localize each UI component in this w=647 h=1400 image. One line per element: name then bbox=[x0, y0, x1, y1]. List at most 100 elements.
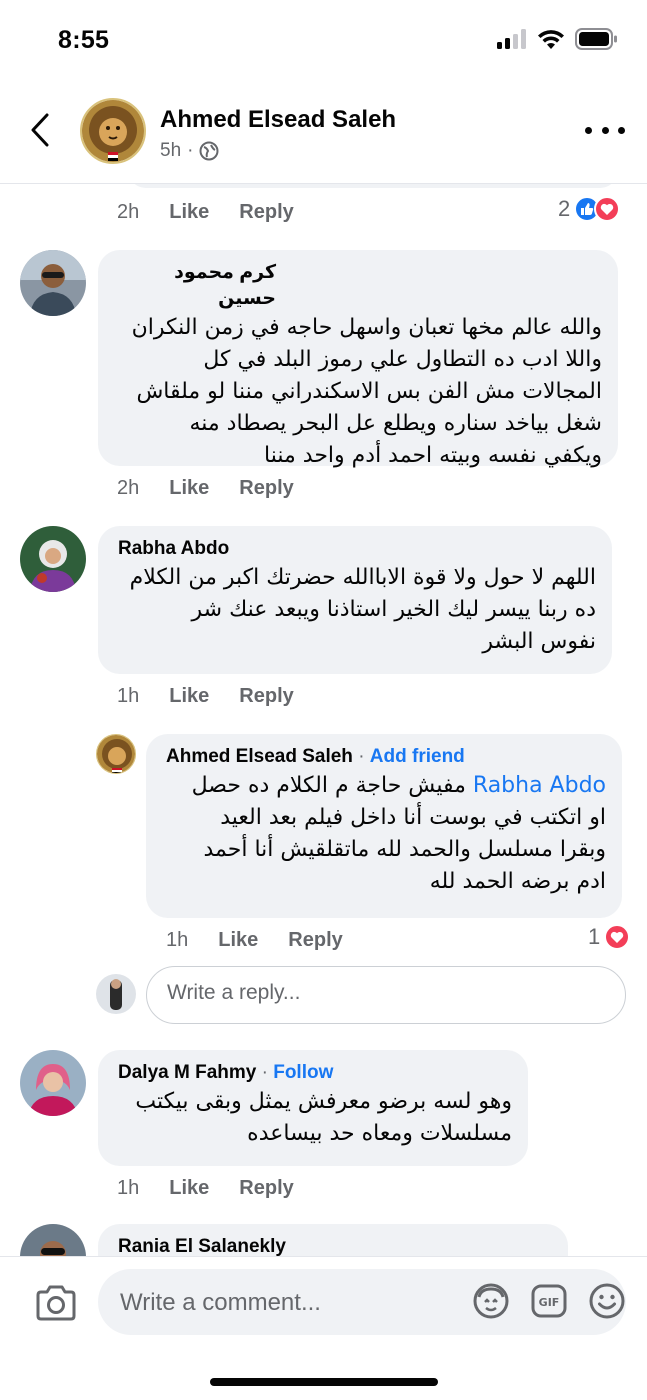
write-reply-input[interactable]: Write a reply... bbox=[146, 966, 626, 1024]
reply-text-segment: مفيش حاجة م الكلام ده حصل bbox=[191, 773, 466, 798]
svg-text:GIF: GIF bbox=[539, 1296, 560, 1309]
like-button[interactable]: Like bbox=[169, 477, 209, 500]
globe-icon bbox=[199, 141, 219, 161]
comment-author[interactable]: Dalya M Fahmy bbox=[118, 1062, 256, 1083]
gif-icon[interactable]: GIF bbox=[529, 1281, 569, 1321]
comment-author[interactable]: كرم محمود حسين bbox=[118, 260, 602, 312]
like-button[interactable]: Like bbox=[169, 1177, 209, 1200]
reply-text-line: Rabha Abdo مفيش حاجة م الكلام ده حصل bbox=[166, 770, 606, 802]
status-time: 8:55 bbox=[58, 26, 110, 54]
commenter-avatar[interactable] bbox=[20, 1050, 86, 1116]
reply-text-line: ادم برضه الحمد لله bbox=[429, 869, 606, 894]
meta-separator: · bbox=[187, 140, 194, 161]
reply-bubble[interactable]: Ahmed Elsead Saleh · Add friend Rabha Ab… bbox=[146, 734, 622, 918]
camera-icon bbox=[36, 1285, 76, 1321]
reply-text-line: وبقرا مسلسل والحمد لله ماتقلقيش أنا أحمد bbox=[203, 837, 606, 862]
home-indicator[interactable] bbox=[210, 1378, 438, 1386]
reply-text-line: او اتكتب في بوست أنا داخل فيلم بعد العيد bbox=[220, 805, 606, 830]
reply-button[interactable]: Reply bbox=[239, 685, 293, 708]
reply-actions: 1h Like Reply bbox=[166, 929, 373, 952]
previous-comment-bubble bbox=[128, 184, 618, 188]
commenter-avatar[interactable] bbox=[20, 526, 86, 592]
comments-list: 2h Like Reply 2 كرم محمود حسين والله عال… bbox=[0, 184, 647, 1256]
comment-bubble[interactable]: Rabha Abdo اللهم لا حول ولا قوة الاباالل… bbox=[98, 526, 612, 674]
person-photo-icon bbox=[96, 974, 136, 1014]
comment-text: وهو لسه برضو معرفش يمثل وبقى بيكتب مسلسل… bbox=[118, 1086, 512, 1150]
follow-link[interactable]: Follow bbox=[273, 1062, 333, 1083]
cellular-signal-icon bbox=[497, 29, 526, 49]
comment-time: 1h bbox=[117, 685, 140, 707]
mention-link[interactable]: Rabha Abdo bbox=[473, 773, 606, 798]
status-bar: 8:55 bbox=[0, 0, 647, 84]
dot-icon bbox=[601, 126, 609, 134]
person-photo-icon bbox=[20, 1224, 86, 1256]
status-icons bbox=[497, 28, 617, 50]
person-photo-icon bbox=[20, 526, 86, 592]
reply-button[interactable]: Reply bbox=[288, 929, 342, 952]
commenter-avatar[interactable] bbox=[20, 250, 86, 316]
reaction-count: 1 bbox=[588, 924, 601, 949]
author-avatar[interactable] bbox=[80, 98, 146, 164]
like-button[interactable]: Like bbox=[169, 201, 209, 224]
chevron-left-icon bbox=[31, 113, 49, 147]
dot-icon bbox=[618, 126, 625, 134]
dot-icon bbox=[585, 126, 592, 134]
author-separator: · bbox=[261, 1062, 274, 1083]
comment-bubble[interactable]: Rania El Salanekly bbox=[98, 1224, 568, 1256]
reply-time: 1h bbox=[166, 929, 189, 951]
reply-button[interactable]: Reply bbox=[239, 201, 293, 224]
reaction-summary[interactable]: 1 bbox=[588, 924, 631, 950]
lion-avatar-icon bbox=[97, 735, 135, 773]
comment-text-line: نفوس البشر bbox=[482, 629, 596, 654]
emoji-icon[interactable] bbox=[587, 1281, 627, 1321]
reaction-count: 2 bbox=[558, 196, 571, 221]
reply-author[interactable]: Ahmed Elsead Saleh bbox=[166, 746, 353, 767]
comment-text-line: اللهم لا حول ولا قوة الاباالله حضرتك اكب… bbox=[129, 565, 596, 590]
comment-actions: 1h Like Reply bbox=[117, 1177, 324, 1200]
comment-text: اللهم لا حول ولا قوة الاباالله حضرتك اكب… bbox=[118, 562, 596, 658]
comment-actions: 2h Like Reply bbox=[117, 477, 324, 500]
current-user-avatar bbox=[96, 974, 136, 1014]
author-separator: · bbox=[358, 746, 370, 767]
post-meta: 5h · bbox=[160, 140, 219, 162]
comment-actions: 1h Like Reply bbox=[117, 685, 324, 708]
comment-text-line: واللا ادب ده التطاول علي رموز البلد في ك… bbox=[203, 347, 602, 372]
reply-text: Rabha Abdo مفيش حاجة م الكلام ده حصل او … bbox=[166, 770, 606, 898]
comment-text: والله عالم مخها تعبان واسهل حاجه في زمن … bbox=[118, 312, 602, 472]
comment-author[interactable]: Rania El Salanekly bbox=[118, 1234, 552, 1256]
comment-text-line: وهو لسه برضو معرفش يمثل وبقى بيكتب bbox=[135, 1089, 512, 1114]
like-button[interactable]: Like bbox=[169, 685, 209, 708]
comment-text-line: ويكفي نفسه وبيته احمد أدم واحد مننا bbox=[264, 443, 602, 468]
comment-bubble[interactable]: كرم محمود حسين والله عالم مخها تعبان واس… bbox=[98, 250, 618, 468]
lion-avatar-icon bbox=[82, 100, 144, 162]
love-reaction-icon bbox=[594, 196, 621, 222]
person-photo-icon bbox=[20, 1050, 86, 1116]
battery-icon bbox=[575, 28, 617, 50]
camera-button[interactable] bbox=[34, 1283, 78, 1323]
comment-author[interactable]: Rabha Abdo bbox=[118, 536, 596, 562]
composer-tools: GIF bbox=[471, 1281, 627, 1321]
reply-button[interactable]: Reply bbox=[239, 1177, 293, 1200]
post-header: Ahmed Elsead Saleh 5h · bbox=[0, 84, 647, 184]
avatar-sticker-icon[interactable] bbox=[471, 1281, 511, 1321]
comment-text-line: مسلسلات ومعاه حد بيساعده bbox=[247, 1121, 512, 1146]
comment-bubble[interactable]: Dalya M Fahmy · Follow وهو لسه برضو معرف… bbox=[98, 1050, 528, 1166]
reply-author-line: Ahmed Elsead Saleh · Add friend bbox=[166, 744, 606, 770]
person-photo-icon bbox=[20, 250, 86, 316]
commenter-avatar[interactable] bbox=[20, 1224, 86, 1256]
author-name[interactable]: Ahmed Elsead Saleh bbox=[160, 106, 396, 134]
comment-time: 1h bbox=[117, 1177, 140, 1199]
more-options-button[interactable] bbox=[585, 120, 625, 140]
reaction-summary[interactable]: 2 bbox=[558, 196, 621, 222]
comment-text-line: والله عالم مخها تعبان واسهل حاجه في زمن … bbox=[131, 315, 602, 340]
comment-author-line: Dalya M Fahmy · Follow bbox=[118, 1060, 512, 1086]
reply-button[interactable]: Reply bbox=[239, 477, 293, 500]
wifi-icon bbox=[538, 29, 564, 49]
back-button[interactable] bbox=[22, 110, 58, 150]
comment-text-line: المجالات مش الفن بس الاسكندراني مننا لو … bbox=[136, 379, 602, 404]
like-button[interactable]: Like bbox=[218, 929, 258, 952]
add-friend-link[interactable]: Add friend bbox=[370, 746, 465, 767]
reply-author-avatar[interactable] bbox=[96, 734, 136, 774]
comment-actions: 2h Like Reply bbox=[117, 201, 324, 224]
comment-time: 2h bbox=[117, 477, 140, 499]
